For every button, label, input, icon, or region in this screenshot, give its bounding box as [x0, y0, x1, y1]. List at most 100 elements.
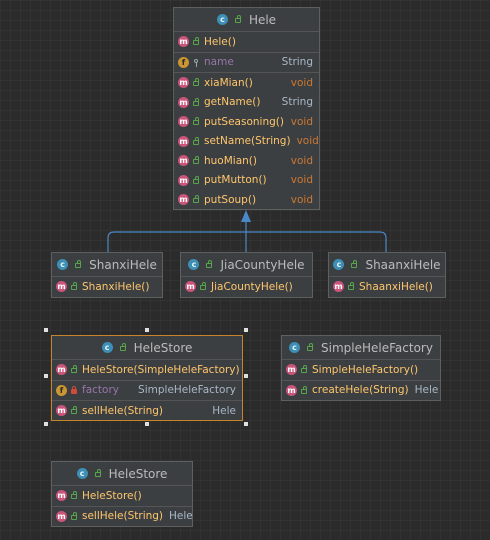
public-lock-icon: [192, 97, 200, 107]
method-name: putMutton(): [204, 174, 267, 187]
method-icon: m: [56, 490, 67, 502]
method-icon: m: [56, 510, 67, 522]
constructors-section: m JiaCountyHele(): [181, 277, 312, 297]
constructors-section: m Hele(): [174, 32, 319, 53]
constructor-row[interactable]: m ShaanxiHele(): [329, 277, 445, 297]
constructors-section: m HeleStore(SimpleHeleFactory): [52, 360, 242, 381]
method-row[interactable]: m xiaMian() void: [174, 73, 319, 93]
fields-section: f name String: [174, 53, 319, 73]
method-row[interactable]: m sellHele(String) Hele: [52, 401, 242, 421]
methods-section: m xiaMian() void m getName() String m putSeas…: [174, 73, 319, 210]
field-row[interactable]: f factory SimpleHeleFactory: [52, 381, 242, 401]
method-name: setName(String): [204, 135, 291, 148]
public-lock-icon: [192, 156, 200, 165]
constructors-section: m ShaanxiHele(): [329, 277, 445, 297]
public-lock-icon: [199, 282, 207, 291]
class-icon: c: [76, 468, 88, 479]
method-type: String: [281, 96, 313, 109]
public-lock-icon: [347, 282, 355, 291]
methods-section: m sellHele(String) Hele: [52, 401, 242, 421]
class-icon: c: [216, 14, 228, 25]
constructors-section: m ShanxiHele(): [52, 277, 162, 297]
method-row[interactable]: m sellHele(String) Hele: [52, 507, 193, 527]
method-name: huoMian(): [204, 154, 257, 167]
resize-handle-bottom-left[interactable]: [44, 422, 48, 426]
method-icon: m: [56, 364, 67, 376]
class-shaanxi-hele[interactable]: c ShaanxiHele m ShaanxiHele(): [328, 252, 446, 298]
public-lock-icon: [192, 195, 200, 204]
constructor-name: ShaanxiHele(): [359, 280, 433, 293]
method-icon: m: [56, 405, 67, 417]
constructor-row[interactable]: m ShanxiHele(): [52, 277, 162, 297]
resize-handle-top[interactable]: [145, 328, 149, 332]
class-header: c ShanxiHele: [52, 253, 162, 277]
resize-handle-right[interactable]: [244, 374, 248, 378]
method-type: void: [290, 174, 313, 187]
public-lock-icon: [70, 282, 78, 291]
constructor-row[interactable]: m JiaCountyHele(): [181, 277, 312, 297]
method-row[interactable]: m putSoup() void: [174, 190, 319, 210]
public-lock-icon: [192, 136, 200, 146]
class-jiacounty-hele[interactable]: c JiaCountyHele m JiaCountyHele(): [180, 252, 313, 298]
method-type: void: [290, 76, 313, 89]
class-simple-hele-factory[interactable]: c SimpleHeleFactory m SimpleHeleFactory()…: [281, 335, 441, 401]
resize-handle-bottom[interactable]: [145, 422, 149, 426]
class-header: c JiaCountyHele: [181, 253, 312, 277]
class-name: ShanxiHele: [89, 257, 157, 272]
method-name: putSeasoning(): [204, 115, 284, 128]
constructor-name: HeleStore(SimpleHeleFactory): [82, 363, 240, 376]
method-row[interactable]: m setName(String) void: [174, 132, 319, 152]
class-name: Hele: [248, 12, 277, 27]
resize-handle-bottom-right[interactable]: [244, 422, 248, 426]
method-icon: m: [178, 96, 189, 108]
method-row[interactable]: m putMutton() void: [174, 171, 319, 191]
public-lock-icon: [70, 511, 78, 521]
class-name: HeleStore: [108, 466, 168, 481]
constructor-row[interactable]: m SimpleHeleFactory(): [282, 360, 440, 380]
public-lock-icon: [192, 175, 200, 185]
constructor-row[interactable]: m Hele(): [174, 32, 319, 52]
field-type: String: [281, 56, 313, 69]
constructor-name: SimpleHeleFactory(): [312, 363, 419, 376]
resize-handle-top-right[interactable]: [244, 328, 248, 332]
field-icon: f: [56, 384, 67, 396]
method-row[interactable]: m createHele(String) Hele: [282, 381, 440, 401]
public-lock-icon: [234, 15, 242, 24]
inheritance-line: [107, 222, 387, 252]
resize-handle-left[interactable]: [44, 374, 48, 378]
method-row[interactable]: m getName() String: [174, 93, 319, 113]
class-hele-store-selected[interactable]: c HeleStore m HeleStore(SimpleHeleFactory…: [51, 335, 243, 421]
method-icon: m: [178, 155, 189, 167]
methods-section: m createHele(String) Hele: [282, 381, 440, 401]
class-header: c HeleStore: [52, 462, 192, 486]
class-shanxi-hele[interactable]: c ShanxiHele m ShanxiHele(): [51, 252, 163, 298]
class-icon: c: [333, 259, 345, 270]
class-hele[interactable]: c Hele m Hele() f name String m xiaMian()…: [173, 7, 320, 210]
constructors-section: m HeleStore(): [52, 486, 192, 507]
field-row[interactable]: f name String: [174, 53, 319, 73]
method-type: Hele: [169, 510, 193, 523]
class-name: ShaanxiHele: [365, 257, 441, 272]
method-row[interactable]: m huoMian() void: [174, 151, 319, 171]
method-type: void: [290, 193, 313, 206]
method-row[interactable]: m putSeasoning() void: [174, 112, 319, 132]
public-lock-icon: [306, 343, 314, 352]
public-lock-icon: [192, 78, 200, 87]
resize-handle-top-left[interactable]: [44, 328, 48, 332]
method-name: getName(): [204, 96, 261, 109]
public-lock-icon: [70, 365, 78, 374]
public-lock-icon: [192, 117, 200, 126]
method-icon: m: [178, 174, 189, 186]
inheritance-arrowhead: [241, 210, 251, 222]
class-header: c ShaanxiHele: [329, 253, 445, 277]
method-name: createHele(String): [312, 384, 409, 397]
class-icon: c: [188, 259, 200, 270]
public-lock-icon: [119, 343, 127, 352]
constructor-row[interactable]: m HeleStore(): [52, 486, 192, 506]
method-name: sellHele(String): [82, 404, 164, 417]
method-type: Hele: [212, 404, 236, 417]
class-hele-store[interactable]: c HeleStore m HeleStore() m sellHele(Strin…: [51, 461, 193, 527]
method-icon: m: [286, 384, 297, 396]
method-icon: m: [178, 194, 189, 206]
constructor-row[interactable]: m HeleStore(SimpleHeleFactory): [52, 360, 242, 380]
